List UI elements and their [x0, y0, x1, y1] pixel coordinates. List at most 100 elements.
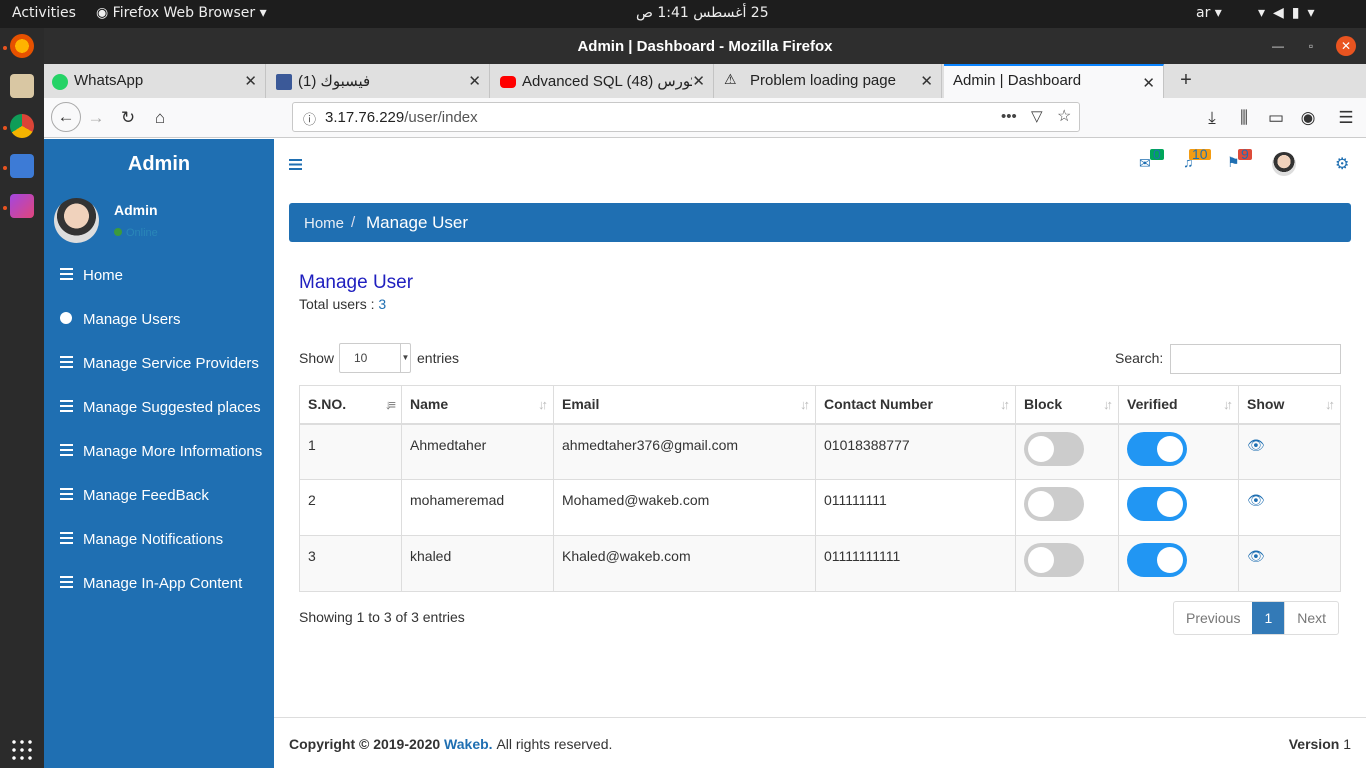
mail-badge: 0 [1150, 147, 1164, 161]
warning-icon: ⚠ [724, 71, 737, 87]
forward-icon[interactable]: → [84, 106, 108, 130]
tab-problem-loading[interactable]: ⚠ Problem loading page ✕ [716, 64, 942, 98]
youtube-icon [500, 76, 516, 88]
downloads-icon[interactable]: ⤓ [1200, 106, 1224, 130]
eye-icon[interactable]: 👁 [1247, 492, 1265, 508]
window-title: Admin | Dashboard - Mozilla Firefox [577, 38, 833, 55]
search-input[interactable] [1170, 344, 1341, 374]
flag-badge: 9 [1238, 147, 1252, 161]
column-header-name[interactable]: Name ↓↑ [401, 385, 554, 425]
activities-button[interactable]: Activities [12, 5, 76, 21]
verified-toggle[interactable] [1127, 431, 1187, 466]
sidebar-item-home[interactable]: Home [44, 253, 274, 297]
bookmark-star-icon[interactable]: ☆ [1057, 106, 1071, 126]
account-icon[interactable]: ◉ [1296, 106, 1320, 130]
sort-asc-icon: ↓≡ [384, 397, 396, 412]
page-1-button[interactable]: 1 [1252, 602, 1285, 634]
sidebar-toggle-icon[interactable]: ▭ [1264, 106, 1288, 130]
sort-icon: ↓↑ [1223, 397, 1233, 412]
search-label: Search: [1115, 350, 1164, 366]
show-applications-icon[interactable] [10, 738, 34, 762]
column-header-sno[interactable]: S.NO. ↓≡ [299, 385, 402, 425]
column-header-contact[interactable]: Contact Number ↓↑ [815, 385, 1016, 425]
brand-title[interactable]: Admin [44, 153, 274, 176]
phpstorm-icon[interactable] [10, 194, 34, 218]
entries-label: entries [417, 350, 460, 366]
sidebar-item-in-app-content[interactable]: Manage In-App Content [44, 561, 274, 605]
sidebar-item-suggested-places[interactable]: Manage Suggested places [44, 385, 274, 429]
pocket-icon[interactable]: ▽ [1031, 107, 1043, 125]
eye-icon[interactable]: 👁 [1247, 437, 1265, 453]
tab-whatsapp[interactable]: WhatsApp ✕ [44, 64, 266, 98]
column-header-show[interactable]: Show ↓↑ [1238, 385, 1341, 425]
menu-icon[interactable]: ☰ [1334, 106, 1358, 130]
list-icon [60, 532, 73, 544]
column-header-block[interactable]: Block ↓↑ [1015, 385, 1119, 425]
firefox-icon[interactable] [10, 34, 34, 58]
sidebar-item-feedback[interactable]: Manage FeedBack [44, 473, 274, 517]
maximize-icon[interactable]: ▫ [1301, 36, 1321, 56]
url-bar[interactable]: ⓘ 3.17.76.229/user/index ••• ▽ ☆ [292, 102, 1080, 132]
show-label: Show [299, 350, 335, 366]
tab-youtube[interactable]: Advanced SQL كورس (48) ✕ [492, 64, 714, 98]
whatsapp-icon [52, 74, 68, 90]
document-icon[interactable] [10, 154, 34, 178]
table-row: 3 khaled Khaled@wakeb.com 01111111111 👁 [299, 535, 1341, 592]
entries-length-select[interactable]: 10 ▼ [339, 343, 411, 373]
column-header-email[interactable]: Email ↓↑ [553, 385, 816, 425]
page-actions-icon[interactable]: ••• [1001, 108, 1017, 125]
minimize-icon[interactable]: — [1268, 36, 1288, 56]
sidebar-item-manage-users[interactable]: Manage Users [44, 297, 274, 341]
sidebar-user-name: Admin [114, 202, 158, 218]
block-toggle[interactable] [1024, 487, 1084, 521]
block-toggle[interactable] [1024, 543, 1084, 577]
tab-close-icon[interactable]: ✕ [468, 72, 481, 90]
breadcrumb-home[interactable]: Home [304, 215, 344, 232]
reload-icon[interactable]: ↻ [116, 106, 140, 130]
info-icon[interactable]: ⓘ [303, 109, 316, 128]
block-toggle[interactable] [1024, 431, 1084, 466]
tab-bar: WhatsApp ✕ فيسبوك (1) ✕ Advanced SQL كور… [44, 64, 1366, 98]
home-icon[interactable]: ⌂ [148, 106, 172, 130]
sidebar-item-notifications[interactable]: Manage Notifications [44, 517, 274, 561]
avatar [54, 198, 99, 243]
sort-icon: ↓↑ [1103, 397, 1113, 412]
tab-facebook[interactable]: فيسبوك (1) ✕ [268, 64, 490, 98]
online-dot-icon [114, 228, 122, 236]
close-icon[interactable]: ✕ [1336, 36, 1356, 56]
users-table: S.NO. ↓≡ Name ↓↑ Email ↓↑ Contact Number ↓↑ … [299, 385, 1341, 592]
mail-icon[interactable]: ✉ [1139, 155, 1151, 172]
tab-close-icon[interactable]: ✕ [244, 72, 257, 90]
sort-icon: ↓↑ [1000, 397, 1010, 412]
verified-toggle[interactable] [1127, 543, 1187, 577]
tab-admin-dashboard[interactable]: Admin | Dashboard ✕ [944, 64, 1164, 98]
tab-close-icon[interactable]: ✕ [920, 72, 933, 90]
verified-toggle[interactable] [1127, 487, 1187, 521]
wakeb-link[interactable]: Wakeb. [444, 736, 493, 752]
footer: Copyright © 2019-2020 Wakeb. All rights … [274, 717, 1366, 768]
eye-icon[interactable]: 👁 [1247, 548, 1265, 564]
chrome-icon[interactable] [10, 114, 34, 138]
next-button[interactable]: Next [1284, 602, 1338, 634]
hamburger-icon[interactable] [289, 159, 302, 170]
system-tray-icons[interactable]: ▾◀▮▾ [1258, 5, 1323, 21]
previous-button[interactable]: Previous [1174, 602, 1252, 634]
pagination: Previous 1 Next [1173, 601, 1340, 635]
sort-icon: ↓↑ [538, 397, 548, 412]
back-icon[interactable]: ← [51, 102, 81, 132]
avatar[interactable] [1272, 152, 1296, 176]
sidebar-item-service-providers[interactable]: Manage Service Providers [44, 341, 274, 385]
gears-icon[interactable]: ⚙ [1335, 154, 1349, 174]
language-indicator[interactable]: ar ▾ [1196, 5, 1222, 21]
new-tab-icon[interactable]: + [1174, 68, 1198, 92]
sidebar-item-more-informations[interactable]: Manage More Informations [44, 429, 274, 473]
list-icon [60, 444, 73, 456]
tab-close-icon[interactable]: ✕ [1142, 74, 1155, 92]
tab-close-icon[interactable]: ✕ [692, 72, 705, 90]
column-header-verified[interactable]: Verified ↓↑ [1118, 385, 1239, 425]
total-users: Total users : 3 [299, 296, 387, 312]
clock[interactable]: 25 أغسطس 1:41 ص [636, 5, 769, 21]
firefox-app-menu[interactable]: ◉ Firefox Web Browser ▾ [96, 5, 267, 21]
library-icon[interactable]: ⫼ [1232, 106, 1256, 130]
files-icon[interactable] [10, 74, 34, 98]
